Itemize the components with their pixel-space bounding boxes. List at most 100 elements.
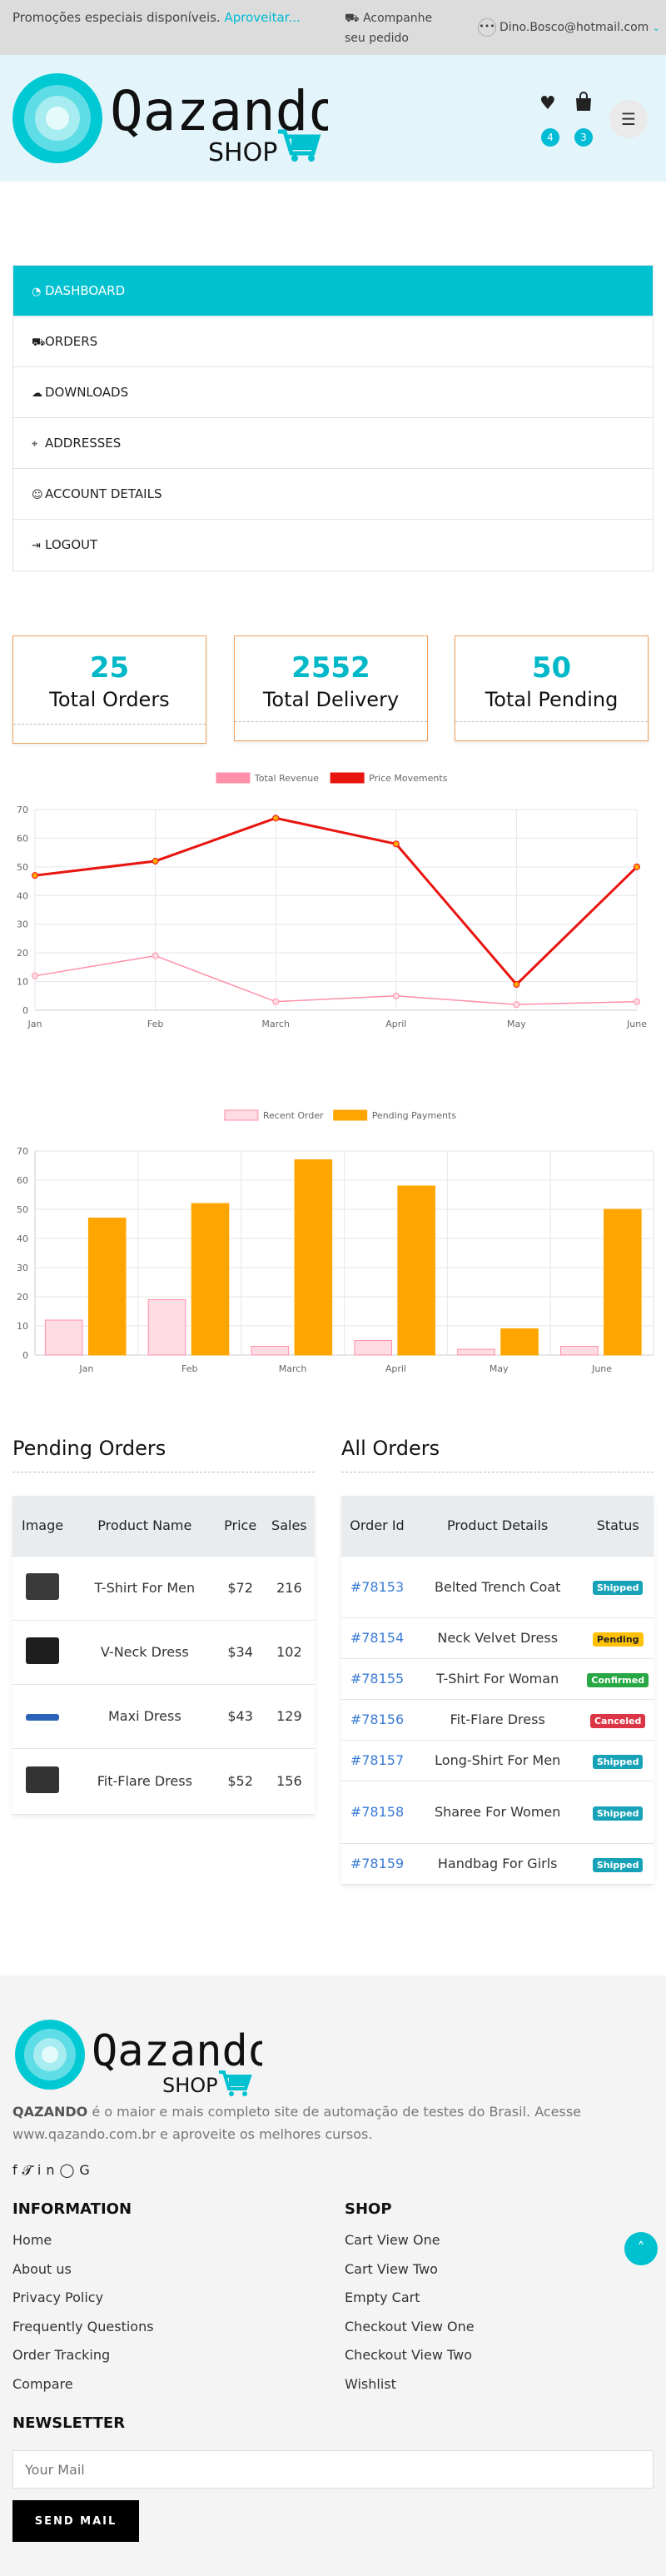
logo-graphic: Qazando SHOP xyxy=(12,73,341,167)
heart-icon[interactable]: ♥ xyxy=(539,93,556,114)
linkedin-icon[interactable]: in xyxy=(37,2162,60,2178)
bar xyxy=(44,1319,83,1356)
dashboard-menu-item-addresses[interactable]: ⌖ ADDRESSES xyxy=(13,418,653,469)
table-row[interactable]: #78153 Belted Trench Coat Shipped xyxy=(341,1556,654,1618)
legend-swatch xyxy=(224,1109,259,1121)
line-chart-svg: Total Revenue Price Movements 0 10 20 30 40 50 6… xyxy=(17,772,647,1029)
footer-logo[interactable]: Qazando SHOP xyxy=(12,2015,262,2099)
order-id-link[interactable]: #78158 xyxy=(341,1781,413,1844)
bar-chart-svg: Recent Order Pending Payments 0 10 20 30 40 50 6… xyxy=(17,1109,654,1374)
status-badge: Shipped xyxy=(592,1857,644,1872)
order-id-link[interactable]: #78153 xyxy=(341,1556,413,1618)
facebook-icon[interactable]: f xyxy=(12,2162,22,2178)
all-orders-title: All Orders xyxy=(341,1437,440,1460)
order-id-link[interactable]: #78155 xyxy=(341,1658,413,1700)
dashboard-menu-item-logout[interactable]: ⇥ LOGOUT xyxy=(13,520,653,571)
orders-header-cell: Product Details xyxy=(413,1496,583,1557)
footer-link[interactable]: Wishlist xyxy=(345,2376,396,2392)
footer-link[interactable]: Compare xyxy=(12,2376,73,2392)
footer-link[interactable]: Privacy Policy xyxy=(12,2290,103,2305)
site-header: Qazando SHOP ♥ 4 3 ☰ xyxy=(0,55,666,182)
shop-title: SHOP xyxy=(345,2200,392,2218)
stat-label: Total Orders xyxy=(49,688,170,711)
orders-header-cell: Status xyxy=(582,1496,654,1557)
footer-link[interactable]: Empty Cart xyxy=(345,2290,420,2305)
svg-text:SHOP: SHOP xyxy=(208,138,277,165)
footer-link[interactable]: About us xyxy=(12,2261,72,2277)
footer-link[interactable]: Cart View One xyxy=(345,2232,440,2248)
table-row[interactable]: V-Neck Dress $34 102 xyxy=(12,1620,315,1685)
table-row[interactable]: #78156 Fit-Flare Dress Canceled xyxy=(341,1699,654,1741)
menu-button[interactable]: ☰ xyxy=(609,100,648,138)
stat-card-total-delivery: 2552 Total Delivery xyxy=(234,635,428,741)
footer-link[interactable]: Cart View Two xyxy=(345,2261,438,2277)
order-id-link[interactable]: #78154 xyxy=(341,1617,413,1659)
table-row[interactable]: T-Shirt For Men $72 216 xyxy=(12,1556,315,1621)
pending-header-cell: Product Name xyxy=(72,1496,217,1557)
order-id-link[interactable]: #78159 xyxy=(341,1843,413,1885)
legend-label: Pending Payments xyxy=(372,1110,457,1121)
bar xyxy=(604,1208,642,1356)
y-tick-label: 20 xyxy=(17,948,28,959)
cell-sales: 129 xyxy=(263,1684,315,1749)
table-row[interactable]: #78159 Handbag For Girls Shipped xyxy=(341,1843,654,1885)
bar xyxy=(251,1346,290,1356)
svg-text:Qazando: Qazando xyxy=(92,2026,262,2076)
footer-link[interactable]: Home xyxy=(12,2232,52,2248)
pending-orders-table: Image Product Name Price Sales T-Shirt For M… xyxy=(12,1496,315,1815)
scroll-to-top-button[interactable]: ˄ xyxy=(624,2232,658,2265)
table-row[interactable]: #78158 Sharee For Women Shipped xyxy=(341,1781,654,1844)
dashboard-menu-item-account-details[interactable]: ☺ ACCOUNT DETAILS xyxy=(13,469,653,520)
status-badge: Pending xyxy=(592,1632,644,1647)
footer-link[interactable]: Checkout View Two xyxy=(345,2347,472,2363)
bar xyxy=(87,1218,127,1356)
hamburger-icon: ☰ xyxy=(621,109,636,129)
footer-link[interactable]: Frequently Questions xyxy=(12,2319,154,2334)
google-icon[interactable]: G xyxy=(79,2162,94,2178)
order-id-link[interactable]: #78156 xyxy=(341,1699,413,1741)
data-point xyxy=(513,981,520,989)
bag-icon[interactable] xyxy=(574,92,593,117)
instagram-icon[interactable]: ◯ xyxy=(60,2162,80,2178)
y-tick-label: 0 xyxy=(22,1350,28,1361)
table-row[interactable]: #78154 Neck Velvet Dress Pending xyxy=(341,1617,654,1659)
table-row[interactable]: #78155 T-Shirt For Woman Confirmed xyxy=(341,1658,654,1700)
user-icon: ☺ xyxy=(32,489,43,501)
legend-swatch xyxy=(216,772,251,784)
twitter-icon[interactable]: 𝓣 xyxy=(22,2162,37,2178)
data-point xyxy=(152,857,159,864)
newsletter-email-input[interactable] xyxy=(12,2450,654,2489)
table-row[interactable]: Maxi Dress $43 129 xyxy=(12,1684,315,1749)
account-dropdown[interactable]: ••• Dino.Bosco@hotmail.com ⌄ xyxy=(478,18,660,37)
dashboard-menu-item-orders[interactable]: ⛟ORDERS xyxy=(13,316,653,367)
dashboard-menu-label: LOGOUT xyxy=(45,537,98,552)
status-badge: Shipped xyxy=(592,1806,644,1821)
order-id-link[interactable]: #78157 xyxy=(341,1740,413,1781)
stat-value: 25 xyxy=(89,651,130,685)
promo-link[interactable]: Aproveitar... xyxy=(225,10,301,25)
table-row[interactable]: #78157 Long-Shirt For Men Shipped xyxy=(341,1740,654,1781)
status-badge: Confirmed xyxy=(587,1672,649,1687)
x-tick-label: June xyxy=(626,1019,647,1029)
track-order-link[interactable]: ⛟ Acompanhe seu pedido xyxy=(345,8,453,48)
table-row[interactable]: Fit-Flare Dress $52 156 xyxy=(12,1748,315,1815)
cell-price: $52 xyxy=(216,1748,264,1815)
footer-link[interactable]: Order Tracking xyxy=(12,2347,110,2363)
data-point xyxy=(513,1001,520,1009)
y-tick-label: 70 xyxy=(17,1146,28,1157)
line-chart: Total Revenue Price Movements 0 10 20 30 40 50 6… xyxy=(0,766,666,1083)
product-image-console xyxy=(26,1766,60,1793)
dashboard-menu-item-dashboard[interactable]: ◔ DASHBOARD xyxy=(13,266,653,316)
dashboard-menu-item-downloads[interactable]: ☁ DOWNLOADS xyxy=(13,367,653,418)
logo[interactable]: Qazando SHOP xyxy=(12,72,341,167)
pending-header-cell: Image xyxy=(12,1496,73,1557)
y-tick-label: 10 xyxy=(17,1321,28,1332)
svg-text:SHOP: SHOP xyxy=(162,2074,218,2097)
x-tick-label: Feb xyxy=(181,1363,197,1374)
send-mail-button[interactable]: SEND MAIL xyxy=(12,2500,139,2542)
x-tick-label: May xyxy=(490,1363,509,1374)
footer-link[interactable]: Checkout View One xyxy=(345,2319,475,2334)
chevron-down-icon: ⌄ xyxy=(652,22,660,33)
x-tick-label: Jan xyxy=(27,1019,42,1029)
orders-header-cell: Order Id xyxy=(341,1496,413,1557)
